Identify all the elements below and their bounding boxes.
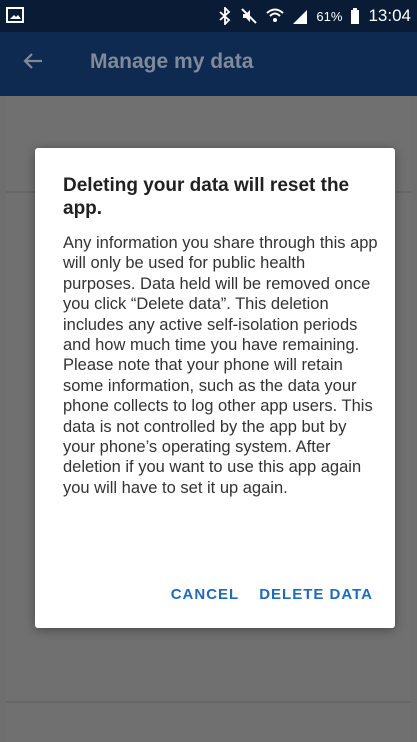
- bluetooth-icon: [219, 7, 231, 25]
- image-notification-icon: [6, 7, 24, 23]
- signal-icon: [293, 10, 308, 24]
- cancel-button[interactable]: CANCEL: [171, 586, 240, 603]
- dialog-actions: CANCEL DELETE DATA: [171, 586, 373, 603]
- status-icons: 61% 13:04: [218, 0, 411, 32]
- delete-data-button[interactable]: DELETE DATA: [259, 586, 373, 603]
- status-bar: 61% 13:04: [0, 0, 417, 32]
- dialog-message: Any information you share through this a…: [63, 234, 378, 497]
- clock: 13:04: [368, 6, 411, 25]
- battery-icon: [351, 8, 360, 24]
- app-bar: Manage my data: [0, 32, 417, 96]
- page-title: Manage my data: [90, 50, 254, 73]
- back-arrow-icon[interactable]: [22, 50, 44, 72]
- divider: [6, 701, 411, 703]
- mute-icon: [241, 8, 258, 24]
- battery-percent: 61%: [316, 8, 343, 24]
- delete-data-dialog: Deleting your data will reset the app. A…: [35, 148, 395, 628]
- dialog-title: Deleting your data will reset the app.: [63, 175, 350, 219]
- wifi-icon: [266, 8, 285, 22]
